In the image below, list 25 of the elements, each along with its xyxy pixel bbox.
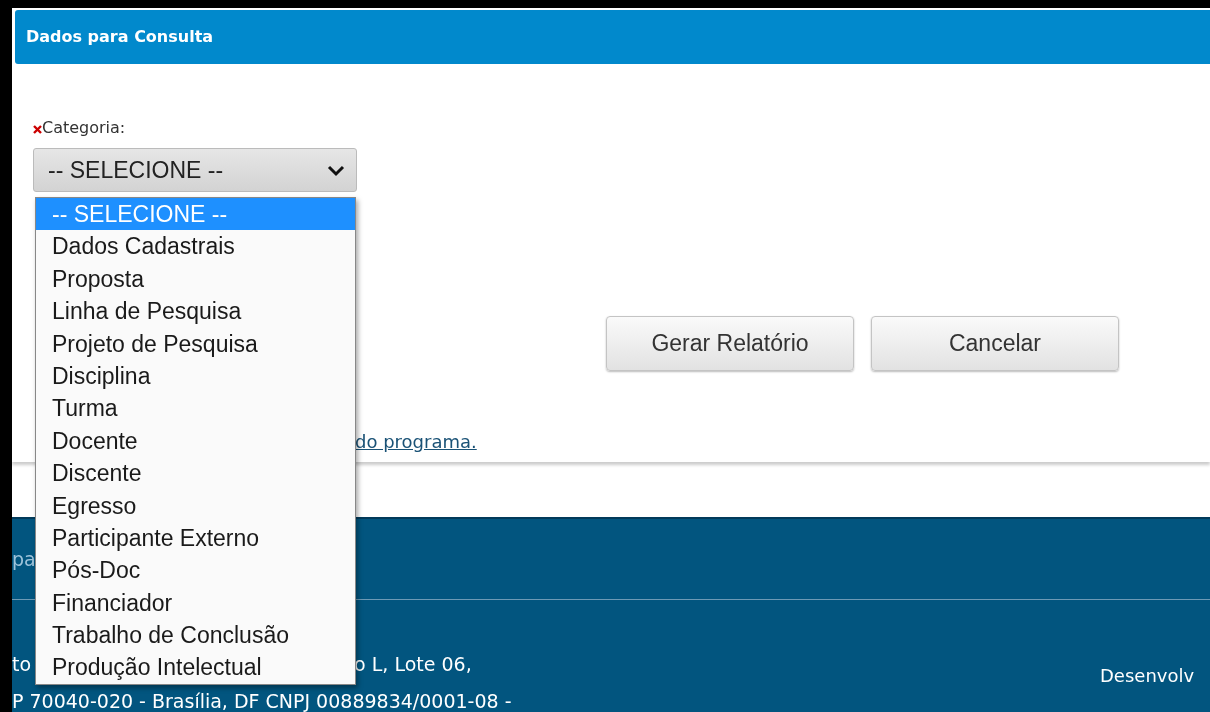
dropdown-option[interactable]: Docente: [36, 424, 355, 458]
developer-text: Desenvolv: [1100, 664, 1195, 688]
address-text: P 70040-020 - Brasília, DF CNPJ 00889834/0001-08 -: [12, 689, 512, 712]
chevron-down-icon: [326, 163, 346, 177]
dropdown-option[interactable]: Egresso: [36, 489, 355, 522]
action-button[interactable]: Gerar Relatório: [606, 316, 854, 371]
dropdown-option[interactable]: Trabalho de Conclusão: [36, 619, 355, 652]
dropdown-option[interactable]: Participante Externo: [36, 521, 355, 555]
dropdown-option[interactable]: Disciplina: [36, 359, 355, 393]
dropdown-option[interactable]: Discente: [36, 457, 355, 490]
address-text: to: [12, 653, 32, 675]
program-link[interactable]: do programa.: [355, 428, 477, 455]
dropdown-option[interactable]: Turma: [36, 392, 355, 425]
field-label: Categoria:: [42, 117, 126, 139]
dropdown-option[interactable]: Projeto de Pesquisa: [36, 327, 355, 360]
dropdown-option[interactable]: Financiador: [36, 586, 355, 620]
dropdown-option[interactable]: Pós-Doc: [36, 554, 355, 587]
category-select[interactable]: -- SELECIONE --: [33, 148, 357, 192]
dropdown-option[interactable]: Produção Intelectual: [36, 651, 355, 684]
action-button[interactable]: Cancelar: [871, 316, 1119, 371]
dropdown-option[interactable]: Proposta: [36, 262, 355, 296]
footer-heading: pa: [12, 548, 36, 570]
dropdown-option[interactable]: Dados Cadastrais: [36, 230, 355, 263]
dropdown-option[interactable]: Linha de Pesquisa: [36, 295, 355, 328]
panel-header: Dados para Consulta: [15, 10, 1210, 64]
